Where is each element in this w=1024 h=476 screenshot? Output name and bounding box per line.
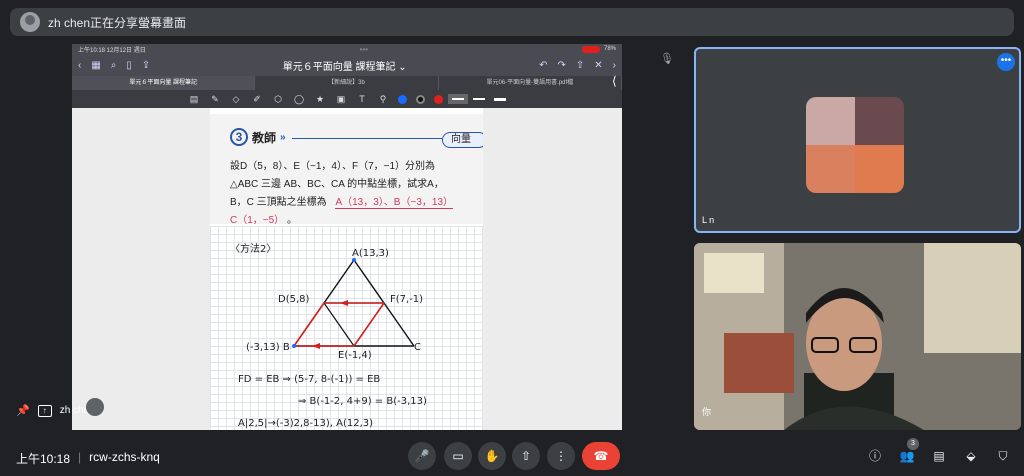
point-b-label: (-3,13) B (246, 342, 290, 353)
answer-1: A（13，3）、B（−3，13） (335, 197, 454, 209)
point-c-label: C (414, 342, 421, 353)
stroke-thick[interactable] (494, 97, 506, 101)
chevron-right-icon: » (280, 131, 286, 143)
camera-feed (694, 243, 1021, 430)
point-d-label: D(5,8) (278, 294, 310, 305)
equation-3: A|2,5|→(-3)2,8-13), A(12,3) (238, 418, 374, 429)
clock: 上午10:18 (16, 452, 71, 466)
participant-1-name: L n (702, 215, 715, 225)
presenter-avatar-small (86, 398, 104, 416)
ipad-status-bar: 上午10:18 12月12日 週日 ••• 78% (72, 44, 622, 54)
equation-2: ⇒ B(-1-2, 4+9) = B(-3,13) (298, 396, 427, 407)
topic-tag: 向量 (442, 132, 483, 148)
redo-icon[interactable]: ↷ (557, 60, 565, 71)
problem-line-3: B，C 三頂點之坐標為 (230, 197, 327, 208)
chat-icon[interactable]: ▤ (930, 447, 948, 465)
color-blue[interactable] (398, 94, 407, 104)
hand-icon: ✋ (484, 449, 500, 463)
back-icon[interactable]: ‹ (78, 60, 81, 71)
shapes-icon[interactable]: ⬡ (272, 93, 284, 105)
reader-icon[interactable]: ▤ (188, 93, 200, 105)
presenter-avatar (20, 12, 40, 32)
problem-line-2: △ABC 三邊 AB、BC、CA 的中點坐標，試求A， (230, 179, 444, 190)
meeting-info: 上午10:18 | rcw-zchs-knq (16, 450, 160, 466)
highlighter-icon[interactable]: ✐ (251, 93, 263, 105)
share-icon[interactable]: ⇪ (142, 60, 150, 71)
image-icon[interactable]: ▣ (335, 93, 347, 105)
dots-icon: ••• (359, 44, 369, 54)
phone-hangup-icon: ☎ (593, 449, 609, 463)
more-vert-icon: ⋮ (555, 449, 567, 463)
more-options-button[interactable]: ⋮ (547, 442, 575, 470)
shared-screen: 上午10:18 12月12日 週日 ••• 78% ‹ ▦ ⌕ ▯ ⇪ 單元６平… (72, 44, 622, 430)
ipad-nav-bar: ‹ ▦ ⌕ ▯ ⇪ 單元６平面向量 課程筆記 ⌄ ↶ ↷ ⇧ ✕ › (72, 54, 622, 76)
more-options-icon[interactable]: ••• (997, 53, 1015, 71)
section-number: 3 (230, 128, 248, 146)
participant-tile-2[interactable]: 你 (694, 243, 1021, 430)
pin-icon[interactable]: 📌 (16, 404, 30, 417)
eraser-icon[interactable]: ◇ (230, 93, 242, 105)
collapse-arrow-icon[interactable]: ⟨ (612, 74, 617, 88)
leave-call-button[interactable]: ☎ (582, 442, 620, 470)
present-button[interactable]: ⇧ (512, 442, 540, 470)
lasso-icon[interactable]: ◯ (293, 93, 305, 105)
participant-avatar-blurred (806, 97, 904, 193)
bookmark-icon[interactable]: ▯ (126, 60, 132, 71)
tab-pdf[interactable]: 單元06-平面向量-雙語用書.pdf檔 (439, 76, 622, 90)
undo-icon[interactable]: ↶ (539, 60, 547, 71)
color-red[interactable] (434, 94, 443, 104)
text-icon[interactable]: T (356, 93, 368, 105)
raise-hand-button[interactable]: ✋ (478, 442, 506, 470)
stroke-thin[interactable] (448, 94, 468, 104)
export-icon[interactable]: ⇧ (576, 60, 584, 71)
equation-1: FD = EB ⇒ (5-7, 8-(-1)) = EB (238, 374, 381, 385)
present-screen-icon: ↑ (37, 404, 52, 417)
presenter-label: 📌 ↑ zh chen (16, 404, 95, 417)
section-label: 教師 (252, 130, 277, 145)
presenting-banner: zh chen正在分享螢幕畫面 (10, 8, 1014, 36)
grid-icon[interactable]: ▦ (91, 60, 100, 71)
present-icon: ⇧ (520, 449, 532, 463)
mic-off-icon: 🎙 (660, 53, 674, 65)
close-icon[interactable]: ✕ (594, 60, 602, 71)
participant-2-name: 你 (702, 407, 712, 417)
problem-text: 設D（5，8）、E（−1，4）、F（7，−1）分別為 △ABC 三邊 AB、BC… (230, 158, 475, 230)
banner-text: zh chen正在分享螢幕畫面 (48, 15, 187, 30)
ipad-toolbar: ▤ ✎ ◇ ✐ ⬡ ◯ ★ ▣ T ⚲ (72, 90, 622, 108)
activities-icon[interactable]: ⬙ (962, 447, 980, 465)
recording-icon (581, 45, 600, 53)
info-icon[interactable]: ⓘ (866, 447, 884, 465)
tab-notes[interactable]: 單元６平面向量 課程筆記 (72, 76, 256, 90)
camera-button[interactable]: ▭ (444, 442, 472, 470)
notebook-page: 3 教師 » 向量 設D（5，8）、E（−1，4）、F（7，−1）分別為 △AB… (210, 108, 483, 430)
doc-title[interactable]: 單元６平面向量 課程筆記 ⌄ (150, 58, 539, 73)
color-black[interactable] (416, 94, 425, 104)
meeting-code: rcw-zchs-knq (89, 450, 160, 464)
point-e-label: E(-1,4) (338, 350, 372, 361)
ipad-tabs: 單元６平面向量 課程筆記 【新細說】3b 單元06-平面向量-雙語用書.pdf檔 (72, 76, 622, 90)
pen-icon[interactable]: ✎ (209, 93, 221, 105)
printed-problem: 3 教師 » 向量 設D（5，8）、E（−1，4）、F（7，−1）分別為 △AB… (210, 114, 483, 227)
more-icon[interactable]: › (613, 60, 616, 71)
ipad-clock: 上午10:18 12月12日 週日 (78, 47, 146, 54)
search-icon[interactable]: ⌕ (111, 60, 117, 71)
point-a-label: A(13,3) (352, 248, 389, 259)
pointer-icon[interactable]: ⚲ (377, 93, 389, 105)
participant-tile-1[interactable]: ••• L n (694, 47, 1021, 233)
camera-icon: ▭ (452, 449, 464, 463)
sticker-icon[interactable]: ★ (314, 93, 326, 105)
tab-3b[interactable]: 【新細說】3b (255, 76, 439, 90)
battery-level: 78% (603, 46, 616, 52)
mic-icon: 🎤 (414, 449, 430, 463)
problem-line-1: 設D（5，8）、E（−1，4）、F（7，−1）分別為 (230, 161, 436, 172)
stroke-medium[interactable] (473, 98, 485, 100)
point-f-label: F(7,-1) (390, 294, 424, 305)
mic-button[interactable]: 🎤 (408, 442, 436, 470)
participants-badge: 3 (907, 438, 919, 450)
host-controls-icon[interactable]: ⛉ (994, 447, 1012, 465)
